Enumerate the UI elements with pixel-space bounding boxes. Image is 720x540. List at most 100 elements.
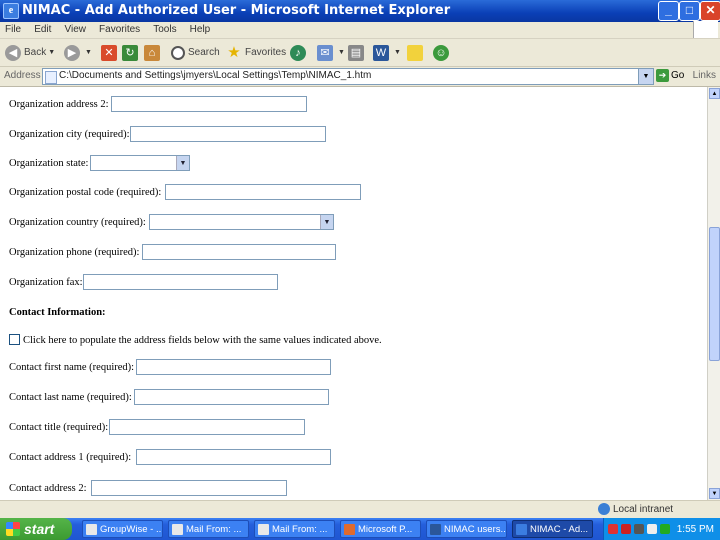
mail-button[interactable]: ✉ ▼ (317, 43, 345, 62)
page-icon (45, 71, 57, 84)
window-title: NIMAC - Add Authorized User - Microsoft … (22, 3, 451, 18)
edit-dropdown-icon[interactable]: ▼ (394, 49, 401, 56)
messenger-button[interactable]: ☺ (433, 43, 452, 62)
copy-address-label[interactable]: Click here to populate the address field… (23, 335, 382, 346)
notes-icon (407, 44, 423, 61)
windows-logo-icon (6, 522, 20, 536)
address-input[interactable]: C:\Documents and Settings\jmyers\Local S… (42, 68, 654, 85)
taskbar-item-mail-1[interactable]: Mail From: ... (168, 520, 249, 538)
org-state-select[interactable]: ▼ (90, 155, 190, 171)
task-label: NIMAC users... (444, 523, 507, 535)
org-postal-field[interactable] (165, 184, 361, 200)
status-bar: Local intranet (0, 500, 720, 519)
menu-edit[interactable]: Edit (29, 22, 56, 35)
back-dropdown-icon[interactable]: ▼ (48, 49, 55, 56)
menu-view[interactable]: View (59, 22, 91, 35)
mail-icon: ✉ (317, 44, 333, 61)
print-icon: ▤ (348, 44, 364, 61)
contact-first-label: Contact first name (required): (9, 362, 135, 373)
tray-icon-2[interactable] (621, 524, 631, 534)
taskbar-item-nimac-users[interactable]: NIMAC users... (426, 520, 507, 538)
org-city-label: Organization city (required): (9, 129, 130, 140)
back-button[interactable]: ◀ Back ▼ (5, 43, 55, 62)
scroll-down-icon[interactable]: ▼ (709, 488, 720, 499)
mail-dropdown-icon[interactable]: ▼ (338, 49, 345, 56)
start-label: start (24, 521, 55, 537)
address-label: Address (4, 70, 41, 81)
media-button[interactable]: ♪ (290, 43, 309, 62)
chevron-down-icon[interactable]: ▼ (176, 156, 189, 170)
stop-icon: ✕ (101, 44, 117, 61)
tray-icon-3[interactable] (634, 524, 644, 534)
vertical-scrollbar[interactable]: ▲ ▼ (707, 87, 720, 500)
contact-addr2-field[interactable] (91, 480, 287, 496)
org-phone-field[interactable] (142, 244, 336, 260)
refresh-button[interactable]: ↻ (122, 43, 141, 62)
menu-help[interactable]: Help (185, 22, 216, 35)
scroll-up-icon[interactable]: ▲ (709, 88, 720, 99)
go-button[interactable]: ➔ Go (656, 69, 684, 82)
search-button[interactable]: Search (171, 43, 220, 62)
ie-icon (516, 523, 527, 535)
forward-button[interactable]: ▶ ▼ (64, 43, 92, 62)
media-icon: ♪ (290, 44, 306, 61)
clock[interactable]: 1:55 PM (677, 524, 714, 535)
home-button[interactable]: ⌂ (144, 43, 163, 62)
contact-title-field[interactable] (109, 419, 305, 435)
chevron-down-icon[interactable]: ▼ (320, 215, 333, 229)
messenger-icon: ☺ (433, 44, 449, 61)
org-city-field[interactable] (130, 126, 326, 142)
address-dropdown-icon[interactable]: ▼ (638, 69, 653, 84)
star-icon: ★ (227, 43, 241, 61)
org-address-2-field[interactable] (111, 96, 307, 112)
org-fax-label: Organization fax: (9, 277, 83, 288)
tray-icon-4[interactable] (647, 524, 657, 534)
contact-addr1-field[interactable] (136, 449, 331, 465)
tray-icon-5[interactable] (660, 524, 670, 534)
taskbar-item-nimac-add[interactable]: NIMAC - Ad... (512, 520, 593, 538)
org-postal-label: Organization postal code (required): (9, 187, 162, 198)
search-label: Search (188, 47, 220, 58)
taskbar-item-powerpoint[interactable]: Microsoft P... (340, 520, 421, 538)
search-icon (171, 45, 185, 60)
groupwise-icon (86, 523, 97, 535)
org-fax-field[interactable] (83, 274, 278, 290)
word-icon: W (373, 44, 389, 61)
mail-icon (172, 523, 183, 535)
links-button[interactable]: Links (693, 70, 716, 81)
favorites-button[interactable]: ★ Favorites (226, 43, 286, 62)
menu-file[interactable]: File (0, 22, 26, 35)
taskbar-item-groupwise[interactable]: GroupWise - ... (82, 520, 163, 538)
org-country-select[interactable]: ▼ (149, 214, 334, 230)
forward-arrow-icon: ▶ (64, 44, 80, 61)
system-tray: 1:55 PM (603, 518, 720, 540)
mail-icon (258, 523, 269, 535)
start-button[interactable]: start (0, 518, 72, 540)
discuss-button[interactable] (407, 43, 426, 62)
contact-information-heading: Contact Information: (9, 307, 106, 318)
taskbar-item-mail-2[interactable]: Mail From: ... (254, 520, 335, 538)
address-url[interactable]: C:\Documents and Settings\jmyers\Local S… (59, 70, 371, 81)
contact-last-field[interactable] (134, 389, 329, 405)
close-button[interactable]: ✕ (700, 1, 720, 21)
intranet-icon (598, 503, 610, 515)
contact-last-label: Contact last name (required): (9, 392, 132, 403)
contact-first-field[interactable] (136, 359, 331, 375)
scroll-thumb[interactable] (709, 227, 720, 361)
copy-address-checkbox[interactable] (9, 334, 20, 345)
security-zone: Local intranet (598, 503, 673, 515)
maximize-button[interactable]: □ (679, 1, 700, 21)
edit-button[interactable]: W ▼ (373, 43, 401, 62)
menu-favorites[interactable]: Favorites (94, 22, 145, 35)
ie-logo-icon: e (3, 3, 19, 19)
forward-dropdown-icon[interactable]: ▼ (85, 49, 92, 56)
menu-tools[interactable]: Tools (148, 22, 181, 35)
windows-flag-icon (693, 21, 718, 38)
zone-label: Local intranet (613, 503, 674, 515)
print-button[interactable]: ▤ (348, 43, 367, 62)
tray-icon-1[interactable] (608, 524, 618, 534)
stop-button[interactable]: ✕ (101, 43, 120, 62)
address-bar: Address C:\Documents and Settings\jmyers… (0, 67, 720, 87)
minimize-button[interactable]: _ (658, 1, 679, 21)
task-label: Mail From: ... (186, 523, 242, 535)
